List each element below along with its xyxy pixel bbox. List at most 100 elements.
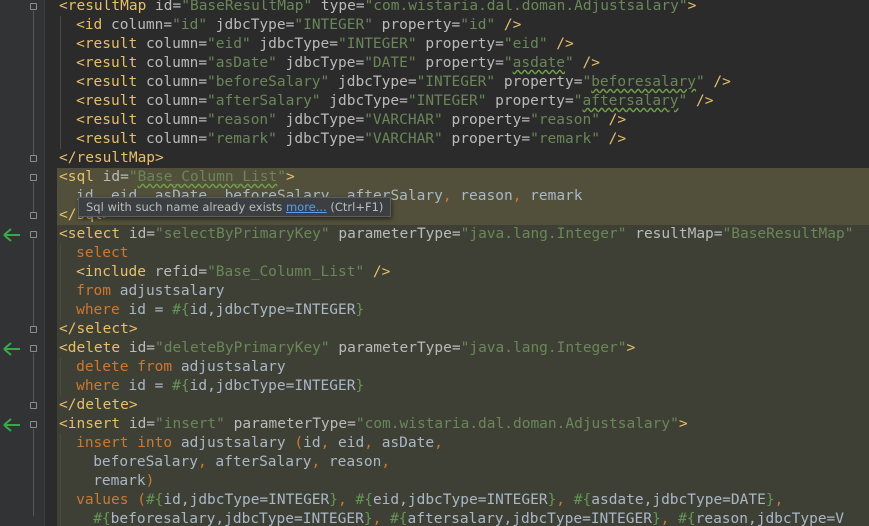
code-line[interactable]: <result column="remark" jdbcType="VARCHA… [45,130,869,149]
code-line[interactable]: <result column="afterSalary" jdbcType="I… [45,92,869,111]
code-token: "reason" [207,112,277,128]
code-token: <sql [59,169,103,185]
code-line[interactable]: beforeSalary, afterSalary, reason, [45,453,869,472]
code-line[interactable]: values (#{id,jdbcType=INTEGER}, #{eid,jd… [45,491,869,510]
arrow-left-icon[interactable] [2,227,22,243]
code-token: "BaseResultMap" [181,0,313,14]
editor-gutter[interactable] [0,0,44,526]
code-line[interactable]: where id = #{id,jdbcType=INTEGER} [45,301,869,320]
code-line[interactable]: <resultMap id="BaseResultMap" type="com.… [45,0,869,16]
fold-icon[interactable] [30,3,37,10]
fold-icon[interactable] [30,345,37,352]
code-line[interactable]: <result column="asDate" jdbcType="DATE" … [45,54,869,73]
code-line-text: <result column="eid" jdbcType="INTEGER" … [76,35,574,54]
code-line-text: delete from adjustsalary [76,358,286,377]
code-line[interactable]: </resultMap> [45,149,869,168]
code-token: , [434,435,443,451]
code-token: beforesalary [591,74,696,90]
code-line[interactable]: where id = #{id,jdbcType=INTEGER} [45,377,869,396]
code-line[interactable]: #{beforesalary,jdbcType=INTEGER}, #{afte… [45,510,869,526]
code-token: "insert" [155,416,225,432]
code-line[interactable]: select [45,244,869,263]
code-token: " [565,55,574,71]
code-token: id = [128,302,173,318]
code-token: <insert [59,416,129,432]
arrow-left-icon[interactable] [2,417,22,433]
code-line-text: beforeSalary, afterSalary, reason, [93,453,390,472]
fold-icon[interactable] [30,155,37,162]
code-token: , [660,511,679,526]
code-token: } [765,492,775,508]
code-token: jdbcType= [276,112,365,128]
code-token: "eid" [503,36,548,52]
code-token: id,jdbcType=INTEGER [189,378,356,394]
code-token: parameterType= [329,340,461,356]
code-line[interactable]: <result column="reason" jdbcType="VARCHA… [45,111,869,130]
code-token: column= [145,74,208,90]
code-token: jdbcType= [207,17,295,33]
code-token: " [678,93,688,109]
tooltip-more-link[interactable]: more... [286,200,327,214]
code-line[interactable]: <result column="beforeSalary" jdbcType="… [45,73,869,92]
code-token: #{ [172,378,190,394]
code-token: "beforeSalary" [207,74,330,90]
code-token: , [442,188,461,204]
code-token: } [547,492,557,508]
arrow-left-icon[interactable] [2,341,22,357]
code-token: id= [128,226,156,242]
code-token: jdbcType= [276,55,365,71]
code-token: "java.lang.Integer" [460,226,627,242]
code-token: "INTEGER" [416,74,496,90]
fold-icon[interactable] [30,174,37,181]
code-line[interactable]: from adjustsalary [45,282,869,301]
code-token: , [320,435,339,451]
code-line[interactable]: insert into adjustsalary (id, eid, asDat… [45,434,869,453]
code-token: jdbcType= [320,93,408,109]
fold-icon[interactable] [30,402,37,409]
code-token: parameterType= [329,226,461,242]
code-token: , [364,435,382,451]
code-line[interactable]: <delete id="deleteByPrimaryKey" paramete… [45,339,869,358]
code-token: from [76,283,120,299]
code-token: #{ [678,511,696,526]
code-line-text: </resultMap> [59,149,164,168]
fold-connector [33,182,34,212]
code-token: </select> [59,321,138,337]
code-line-text: </delete> [59,396,138,415]
code-token: refid= [154,264,208,280]
code-token: property= [416,36,504,52]
code-token: <include [76,264,155,280]
code-token: column= [145,112,208,128]
tooltip-shortcut: (Ctrl+F1) [330,200,384,214]
code-token: " [277,169,287,185]
code-line[interactable]: <include refid="Base_Column_List" /> [45,263,869,282]
code-token: /> [599,112,627,128]
fold-icon[interactable] [30,231,37,238]
code-line[interactable]: <id column="id" jdbcType="INTEGER" prope… [45,16,869,35]
code-token: , [381,454,391,470]
code-token: id= [155,0,182,14]
code-editor[interactable]: <resultMap id="BaseResultMap" type="com.… [0,0,869,526]
code-token: property= [442,112,531,128]
code-token: Base_Column_List [137,169,278,185]
code-line[interactable]: </delete> [45,396,869,415]
code-line[interactable]: remark) [45,472,869,491]
code-line[interactable]: <insert id="insert" parameterType="com.w… [45,415,869,434]
code-line-text: select [76,244,128,263]
fold-icon[interactable] [30,212,37,219]
fold-icon[interactable] [30,326,37,333]
tooltip-message: Sql with such name already exists [86,200,283,214]
code-token: </delete> [59,397,138,413]
code-line[interactable]: <select id="selectByPrimaryKey" paramete… [45,225,869,244]
code-token: , [512,188,531,204]
code-line[interactable]: <result column="eid" jdbcType="INTEGER" … [45,35,869,54]
code-line[interactable]: delete from adjustsalary [45,358,869,377]
code-token: <result [76,74,146,90]
code-line[interactable]: </select> [45,320,869,339]
code-token: } [355,378,365,394]
fold-icon[interactable] [30,421,37,428]
code-line[interactable]: <sql id="Base_Column_List"> [45,168,869,187]
code-token: /> [495,17,522,33]
code-token: /> [547,36,574,52]
code-token: " [695,74,705,90]
